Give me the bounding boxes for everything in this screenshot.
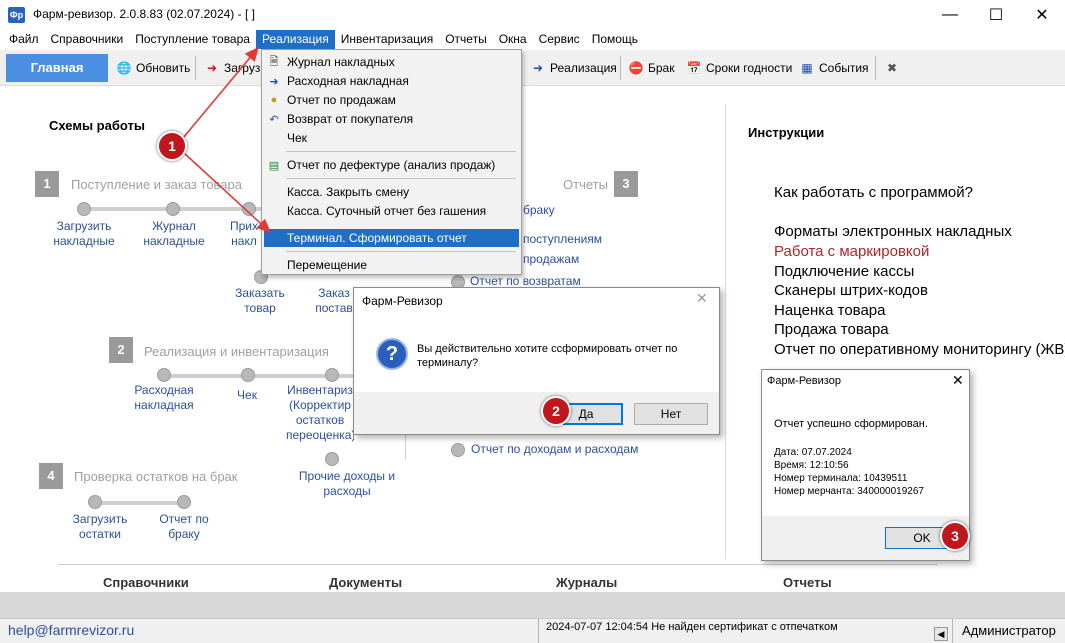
annotation-arrows xyxy=(182,46,272,234)
step-badge-1: 1 xyxy=(157,131,187,161)
arrow-to-menu xyxy=(182,46,260,139)
step-badge-3: 3 xyxy=(940,521,970,551)
arrow-to-terminal-item xyxy=(182,151,272,234)
step-badge-2: 2 xyxy=(541,396,571,426)
